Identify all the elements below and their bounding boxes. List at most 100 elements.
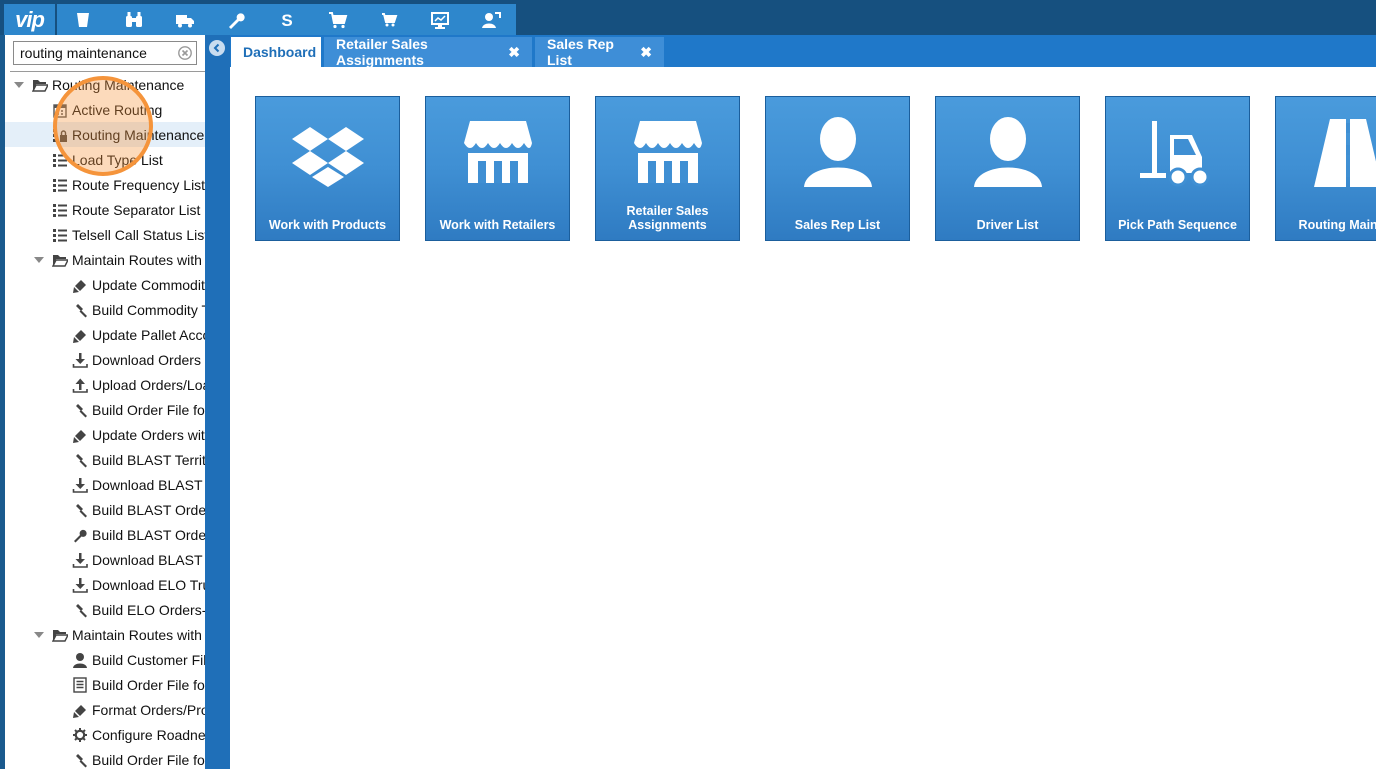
tree-item[interactable]: Download Orders to [5, 347, 205, 372]
top-nav-cart-small-button[interactable] [363, 4, 414, 35]
search-box[interactable] [13, 41, 197, 65]
expand-toggle-icon[interactable] [14, 82, 24, 88]
dashboard-tile-routing-mainten[interactable]: Routing Mainten [1275, 96, 1376, 241]
clear-icon[interactable] [178, 46, 192, 60]
tree-item[interactable]: Build ELO Orders-b [5, 597, 205, 622]
cart-small-icon [381, 12, 397, 26]
dashboard-tile-work-with-retailers[interactable]: Work with Retailers [425, 96, 570, 241]
tree-folder[interactable]: Maintain Routes with R [5, 247, 205, 272]
tree-item[interactable]: Build BLAST Orders [5, 497, 205, 522]
tree-item[interactable]: Update Commodity [5, 272, 205, 297]
tile-label: Pick Path Sequence [1118, 218, 1237, 232]
top-nav-cart-button[interactable] [312, 4, 363, 35]
top-nav-dollar-button[interactable]: S [261, 4, 312, 35]
tree-item-label: Configure Roadnet [92, 726, 205, 743]
tree-item-label: Build Commodity Ty [92, 301, 205, 318]
tree-item-label: Update Commodity [92, 276, 205, 293]
folder-open-icon [51, 251, 69, 269]
tree-item[interactable]: Routing Maintenance [5, 122, 205, 147]
dropbox-icon [256, 115, 399, 190]
top-nav-cup-button[interactable] [57, 4, 108, 35]
expand-toggle-icon[interactable] [34, 257, 44, 263]
dashboard-tile-driver-list[interactable]: Driver List [935, 96, 1080, 241]
tree-item[interactable]: Build Order File for [5, 747, 205, 769]
tree-item[interactable]: Build BLAST Territo [5, 447, 205, 472]
top-nav-binoculars-button[interactable] [108, 4, 159, 35]
expand-toggle-icon[interactable] [34, 632, 44, 638]
tree-item[interactable]: Build Order File for [5, 397, 205, 422]
tree-item-label: Download Orders to [92, 351, 205, 368]
vip-logo[interactable]: vip [4, 4, 55, 35]
wrench-icon [228, 12, 245, 29]
truck-icon [175, 14, 194, 27]
tree-item[interactable]: Build Customer File [5, 647, 205, 672]
storefront-icon [596, 115, 739, 190]
tree-folder[interactable]: Maintain Routes with R [5, 622, 205, 647]
storefront-icon [426, 115, 569, 190]
tree-item[interactable]: Route Frequency List [5, 172, 205, 197]
tree-item[interactable]: Configure Roadnet [5, 722, 205, 747]
road-icon [1276, 115, 1376, 190]
hammer-icon [71, 301, 89, 319]
tree-item[interactable]: Upload Orders/Load [5, 372, 205, 397]
tree-item-label: Build ELO Orders-b [92, 601, 205, 618]
tree-item[interactable]: Build Order File for [5, 672, 205, 697]
tree-item-label: Build Order File for [92, 401, 205, 418]
tree-item[interactable]: Download BLAST T [5, 547, 205, 572]
tree-item[interactable]: Download ELO Truc [5, 572, 205, 597]
document-icon [71, 676, 89, 694]
tree-item-label: Download BLAST T [92, 551, 205, 568]
tree-item-label: Build Order File for [92, 751, 205, 768]
tree-item-label: Format Orders/Prod [92, 701, 205, 718]
collapse-pane-button[interactable] [209, 40, 225, 56]
hammer-icon [71, 401, 89, 419]
list-icon [51, 201, 69, 219]
top-nav-monitor-button[interactable] [414, 4, 465, 35]
tab-label: Retailer Sales Assignments [336, 36, 428, 68]
wrench-icon [71, 526, 89, 544]
tree-item[interactable]: Build Commodity Ty [5, 297, 205, 322]
hammer-icon [71, 451, 89, 469]
tree-item[interactable]: Load Type List [5, 147, 205, 172]
user-icon [936, 115, 1079, 190]
dashboard-tile-pick-path-sequence[interactable]: Pick Path Sequence [1105, 96, 1250, 241]
tab-dashboard[interactable]: Dashboard [231, 37, 321, 67]
tree-item-label: Upload Orders/Load [92, 376, 205, 393]
search-input[interactable] [14, 42, 180, 64]
dashboard-content: Work with Products Work with Retailers Ret… [230, 67, 1376, 769]
tree-item-label: Build BLAST Orders [92, 501, 205, 518]
tab-retailer-sales-assignments[interactable]: Retailer Sales Assignments ✖ [324, 36, 532, 68]
tree-item-label: Download BLAST F [92, 476, 205, 493]
list-icon [51, 151, 69, 169]
tab-sales-rep-list[interactable]: Sales Rep List ✖ [535, 36, 664, 68]
dashboard-tile-sales-rep-list[interactable]: Sales Rep List [765, 96, 910, 241]
tab-close-icon[interactable]: ✖ [640, 44, 652, 61]
dashboard-tile-retailer-sales-assignments[interactable]: Retailer Sales Assignments [595, 96, 740, 241]
tree-item-label: Build BLAST Territo [92, 451, 205, 468]
forklift-icon [1106, 115, 1249, 190]
tree-item[interactable]: Active Routing [5, 97, 205, 122]
user-icon [766, 115, 909, 190]
tree-item-label: Route Separator List [72, 201, 201, 218]
tile-label: Sales Rep List [794, 218, 881, 232]
tree-item-label: Update Pallet Accou [92, 326, 205, 343]
tree-item-label: Routing Maintenance [72, 126, 205, 143]
top-nav-user-share-button[interactable] [465, 4, 516, 35]
top-nav-wrench-button[interactable] [210, 4, 261, 35]
tree-item[interactable]: Route Separator List [5, 197, 205, 222]
top-navigation-bar: vip S [0, 0, 1376, 35]
pane-splitter[interactable] [205, 35, 230, 769]
tree-folder[interactable]: Routing Maintenance [5, 72, 205, 97]
tree-item[interactable]: Download BLAST F [5, 472, 205, 497]
top-nav-truck-button[interactable] [159, 4, 210, 35]
tab-label: Sales Rep List [547, 36, 614, 68]
tree-item[interactable]: Format Orders/Prod [5, 697, 205, 722]
tab-close-icon[interactable]: ✖ [508, 44, 520, 61]
tree-item[interactable]: Telsell Call Status List [5, 222, 205, 247]
tree-item[interactable]: Update Orders with [5, 422, 205, 447]
tree-item[interactable]: Build BLAST Orders [5, 522, 205, 547]
hammer-icon [71, 601, 89, 619]
cup-icon [76, 12, 89, 27]
dashboard-tile-work-with-products[interactable]: Work with Products [255, 96, 400, 241]
tree-item[interactable]: Update Pallet Accou [5, 322, 205, 347]
